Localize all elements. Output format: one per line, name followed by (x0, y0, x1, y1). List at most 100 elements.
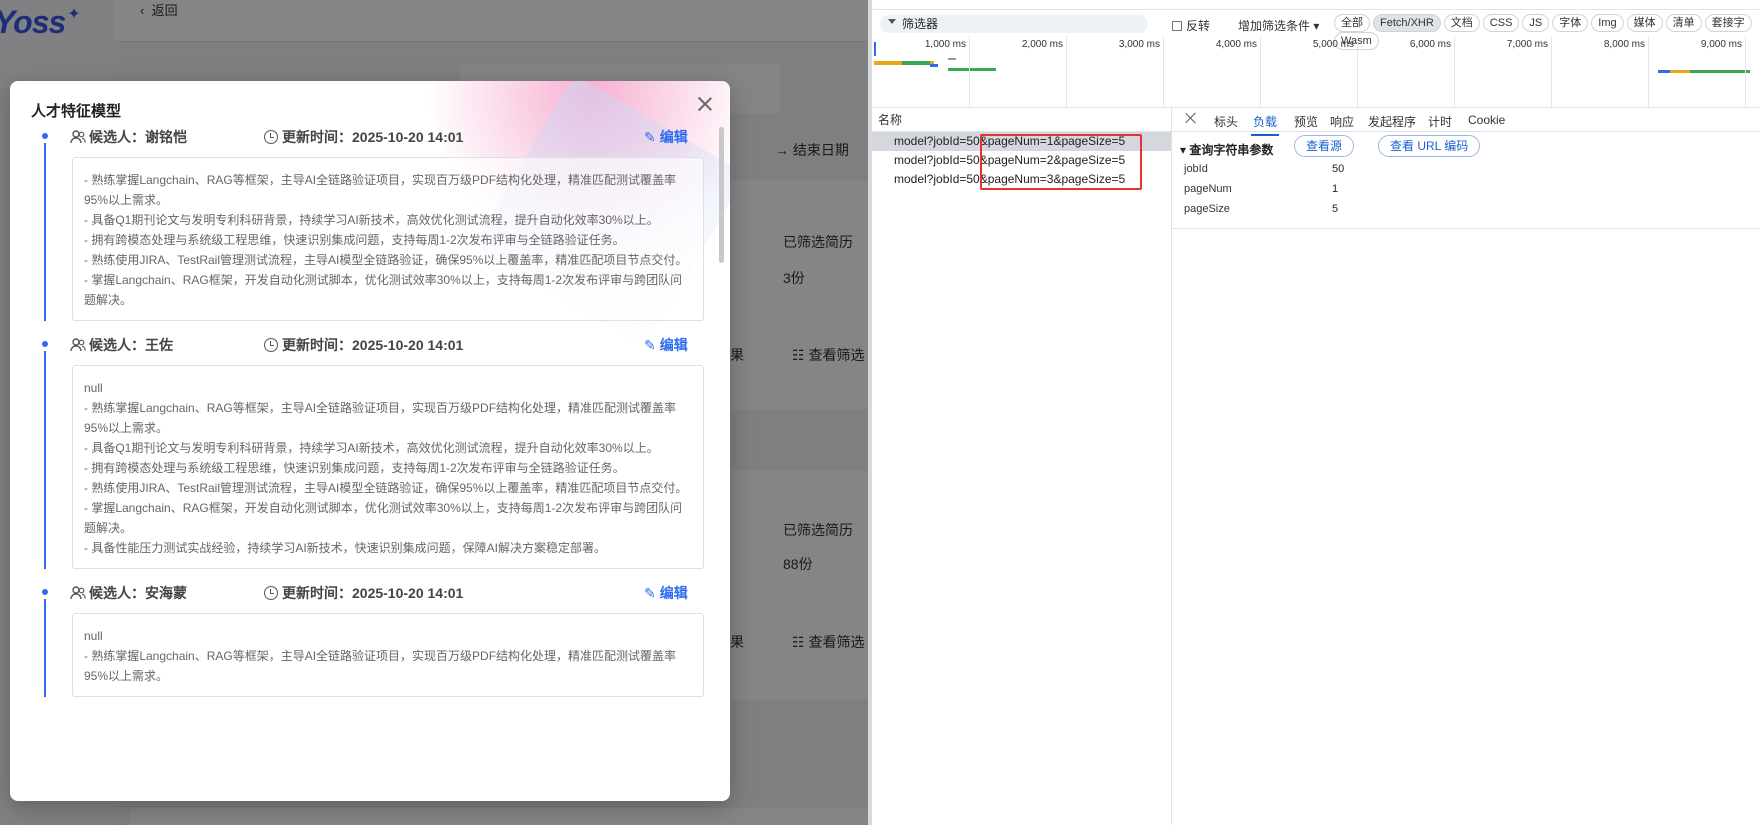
candidates-icon (70, 338, 86, 352)
filter-chip[interactable]: CSS (1482, 14, 1520, 32)
candidate-name: 候选人：安海蒙 (70, 583, 187, 603)
timeline-bar (948, 58, 956, 60)
param-key: pageSize (1184, 203, 1230, 215)
filter-chip[interactable]: Fetch/XHR (1373, 14, 1441, 32)
update-time: 更新时间：2025-10-20 14:01 (264, 335, 463, 355)
timeline-tick-label: 3,000 ms (1118, 39, 1160, 50)
feature-line: - 具备Q1期刊论文与发明专利科研背景，持续学习AI新技术，高效优化测试流程，提… (84, 441, 659, 455)
timeline-tick-label: 1,000 ms (924, 39, 966, 50)
param-key: jobId (1184, 163, 1208, 175)
timeline-tick: 1,000 ms (925, 36, 970, 108)
detail-tab[interactable]: 计时 (1428, 113, 1452, 130)
timeline-bar (1658, 70, 1670, 73)
feature-line: - 掌握Langchain、RAG框架，开发自动化测试脚本，优化测试效率30%以… (84, 273, 683, 307)
timeline-line (44, 599, 46, 697)
timeline-tick: 6,000 ms (1410, 36, 1455, 108)
timeline-bar (948, 68, 996, 71)
detail-tab[interactable]: 预览 (1294, 113, 1318, 130)
candidates-icon (70, 130, 86, 144)
detail-tab[interactable]: 发起程序 (1368, 113, 1416, 130)
query-param-row: jobId 50 (1172, 160, 1759, 180)
close-icon[interactable] (1184, 111, 1198, 125)
timeline-tick-label: 2,000 ms (1021, 39, 1063, 50)
devtools-panel: 筛选器 反转 增加筛选条件 ▾ 全部 Fetch/XHR 文档 CSS JS 字体 Img 媒… (868, 0, 1759, 825)
invert-checkbox[interactable]: 反转 (1172, 17, 1210, 34)
clock-icon (264, 130, 278, 144)
filter-chip[interactable]: 文档 (1443, 14, 1480, 32)
detail-tabs: 标头 负载 预览 响应 发起程序 计时 Cookie (1172, 108, 1759, 136)
query-param-row: pageSize 5 (1172, 200, 1759, 220)
network-timeline[interactable]: 1,000 ms 2,000 ms 3,000 ms 4,000 ms 5,000 ms… (872, 36, 1759, 108)
feature-line: - 熟练掌握Langchain、RAG等框架，主导AI全链路验证项目，实现百万级… (84, 649, 677, 683)
filter-chip[interactable]: 全部 (1334, 14, 1370, 32)
candidate-item: 候选人：谢铭恺 更新时间：2025-10-20 14:01 ✎ 编辑 - 熟练掌握Lan… (42, 127, 720, 321)
funnel-icon (888, 19, 896, 29)
timeline-bar (874, 42, 876, 56)
param-value: 50 (1332, 163, 1345, 175)
timeline-bar (1670, 70, 1690, 73)
filter-chip[interactable]: 套接字 (1704, 14, 1752, 32)
candidate-header: 候选人：安海蒙 更新时间：2025-10-20 14:01 ✎ 编辑 (42, 583, 720, 613)
detail-tab[interactable]: 负载 (1250, 113, 1280, 136)
request-name-column: 名称 model?jobId=50&pageNum=1&pageSize=5 mo… (872, 108, 1172, 825)
scrollbar-thumb[interactable] (719, 127, 724, 263)
detail-tab[interactable]: 标头 (1214, 113, 1238, 130)
timeline-line (44, 351, 46, 569)
timeline-tick-label: 4,000 ms (1215, 39, 1257, 50)
query-string-title[interactable]: ▾ 查询字符串参数 (1180, 141, 1273, 158)
candidate-name: 候选人：谢铭恺 (70, 127, 187, 147)
timeline-tick-label: 6,000 ms (1409, 39, 1451, 50)
timeline-tick: 7,000 ms (1507, 36, 1552, 108)
filter-placeholder: 筛选器 (902, 17, 939, 31)
query-params: jobId 50 pageNum 1 pageSize 5 (1172, 160, 1759, 229)
feature-line: - 熟练掌握Langchain、RAG等框架，主导AI全链路验证项目，实现百万级… (84, 173, 677, 207)
query-param-row: pageNum 1 (1172, 180, 1759, 200)
detail-tab[interactable]: Cookie (1468, 113, 1505, 127)
filter-chip[interactable]: 清单 (1665, 14, 1702, 32)
update-time: 更新时间：2025-10-20 14:01 (264, 127, 463, 147)
candidate-list[interactable]: 候选人：谢铭恺 更新时间：2025-10-20 14:01 ✎ 编辑 - 熟练掌握Lan… (10, 127, 720, 755)
edit-pen-icon: ✎ (644, 337, 656, 353)
edit-button[interactable]: ✎ 编辑 (644, 335, 688, 355)
filter-bar: 筛选器 反转 增加筛选条件 ▾ 全部 Fetch/XHR 文档 CSS JS 字体 Img 媒… (872, 14, 1759, 50)
timeline-tick-label: 8,000 ms (1603, 39, 1645, 50)
close-icon[interactable] (696, 95, 714, 113)
candidate-header: 候选人：王佐 更新时间：2025-10-20 14:01 ✎ 编辑 (42, 335, 720, 365)
feature-line: - 掌握Langchain、RAG框架，开发自动化测试脚本，优化测试效率30%以… (84, 501, 683, 535)
feature-line: null (84, 381, 103, 395)
filter-chip[interactable]: 字体 (1552, 14, 1589, 32)
feature-line: - 具备Q1期刊论文与发明专利科研背景，持续学习AI新技术，高效优化测试流程，提… (84, 213, 659, 227)
clock-icon (264, 338, 278, 352)
timeline-tick-label: 7,000 ms (1506, 39, 1548, 50)
timeline-line (44, 143, 46, 321)
candidate-name: 候选人：王佐 (70, 335, 173, 355)
checkbox-icon (1172, 21, 1182, 31)
update-time: 更新时间：2025-10-20 14:01 (264, 583, 463, 603)
devtools-toolbar (872, 0, 1759, 10)
highlight-box (980, 134, 1142, 190)
candidate-feature-box: null - 熟练掌握Langchain、RAG等框架，主导AI全链路验证项目，实… (72, 613, 704, 697)
candidate-feature-box: null - 熟练掌握Langchain、RAG等框架，主导AI全链路验证项目，实… (72, 365, 704, 569)
filter-input[interactable]: 筛选器 (880, 15, 1148, 33)
more-filters-dropdown[interactable]: 增加筛选条件 ▾ (1238, 17, 1319, 34)
detail-tab[interactable]: 响应 (1330, 113, 1354, 130)
timeline-tick-label: 5,000 ms (1312, 39, 1354, 50)
view-url-encoded-button[interactable]: 查看 URL 编码 (1378, 135, 1481, 157)
feature-line: - 熟练使用JIRA、TestRail管理测试流程，主导AI模型全链路验证，确保… (84, 253, 688, 267)
filter-chip[interactable]: JS (1522, 14, 1550, 32)
timeline-bar (1690, 70, 1750, 73)
filter-chip[interactable]: Img (1591, 14, 1624, 32)
param-value: 5 (1332, 203, 1339, 215)
feature-line: - 拥有跨模态处理与系统级工程思维，快速识别集成问题，支持每周1-2次发布评审与… (84, 233, 625, 247)
timeline-tick: 4,000 ms (1216, 36, 1261, 108)
timeline-bar (902, 61, 930, 65)
view-source-button[interactable]: 查看源 (1294, 135, 1355, 157)
filter-chip[interactable]: 媒体 (1626, 14, 1663, 32)
timeline-tick: 5,000 ms (1313, 36, 1358, 108)
edit-pen-icon: ✎ (644, 129, 656, 145)
timeline-tick: 9,000 ms (1701, 36, 1746, 108)
edit-button[interactable]: ✎ 编辑 (644, 127, 688, 147)
timeline-tick: 8,000 ms (1604, 36, 1649, 108)
edit-button[interactable]: ✎ 编辑 (644, 583, 688, 603)
timeline-tick: 2,000 ms (1022, 36, 1067, 108)
